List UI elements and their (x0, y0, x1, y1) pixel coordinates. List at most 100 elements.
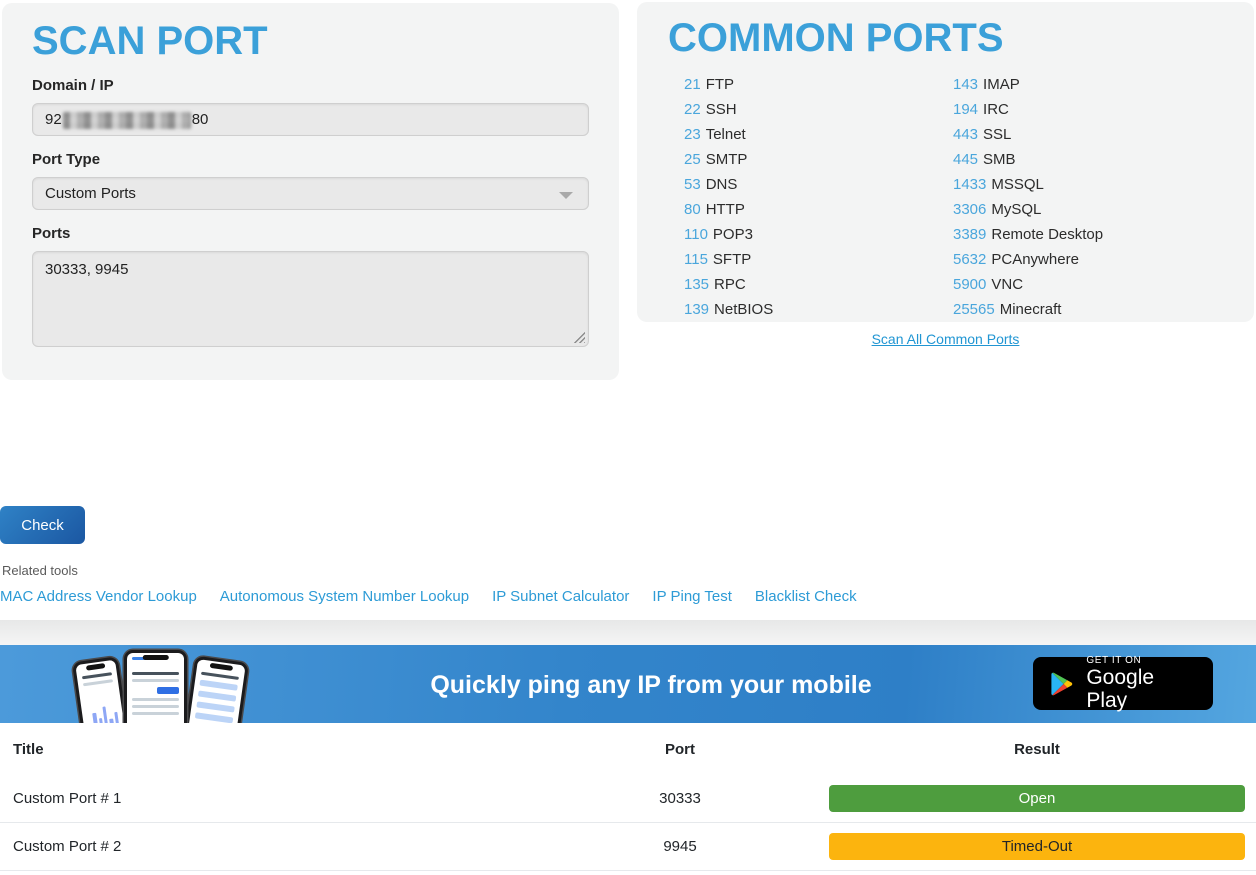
phone-mockup-center (124, 650, 187, 723)
port-item: 139NetBIOS (684, 301, 953, 318)
result-port-cell: 30333 (600, 790, 760, 807)
port-item: 21 FTP (684, 76, 953, 93)
port-number: 22 (684, 101, 701, 118)
ports-value: 30333, 9945 (45, 261, 128, 278)
port-item: 23 Telnet (684, 126, 953, 143)
scan-port-title: SCAN PORT (32, 20, 619, 62)
common-ports-title: COMMON PORTS (668, 17, 1254, 59)
port-number: 194 (953, 101, 978, 118)
port-name: PCAnywhere (991, 251, 1079, 268)
port-item: 443 SSL (953, 126, 1254, 143)
port-item: 3389 Remote Desktop (953, 226, 1254, 243)
port-number: 3389 (953, 226, 986, 243)
port-name: HTTP (706, 201, 745, 218)
scan-results-table: Title Port Result Custom Port # 1 30333 … (0, 723, 1256, 871)
port-number: 143 (953, 76, 978, 93)
port-item: 445 SMB (953, 151, 1254, 168)
port-name: Minecraft (1000, 301, 1062, 318)
port-number: 23 (684, 126, 701, 143)
resize-handle-icon[interactable] (573, 331, 585, 343)
header-title: Title (0, 741, 600, 758)
check-button[interactable]: Check (0, 506, 85, 544)
port-item: 5632 PCAnywhere (953, 251, 1254, 268)
google-play-badge-text: GET IT ON Google Play (1086, 655, 1198, 712)
google-play-label: Google Play (1086, 666, 1198, 712)
related-tool-link[interactable]: IP Subnet Calculator (492, 588, 629, 605)
port-type-select[interactable]: Custom Ports (32, 177, 589, 210)
port-item: 3306 MySQL (953, 201, 1254, 218)
port-name: IMAP (983, 76, 1020, 93)
port-number: 135 (684, 276, 709, 293)
port-name: SSL (983, 126, 1011, 143)
port-name: FTP (706, 76, 734, 93)
port-item: 5900VNC (953, 276, 1254, 293)
result-title-cell: Custom Port # 1 (0, 790, 600, 807)
port-type-label: Port Type (32, 151, 619, 168)
port-item: 25 SMTP (684, 151, 953, 168)
domain-ip-input[interactable]: 9280 (32, 103, 589, 136)
scan-all-common-ports-link[interactable]: Scan All Common Ports (637, 331, 1254, 347)
port-number: 25565 (953, 301, 995, 318)
result-port-cell: 9945 (600, 838, 760, 855)
scan-port-panel: SCAN PORT Domain / IP 9280 Port Type Cus… (2, 3, 619, 380)
related-tools-label: Related tools (2, 563, 78, 578)
port-name: RPC (714, 276, 746, 293)
port-number: 25 (684, 151, 701, 168)
port-item: 1433 MSSQL (953, 176, 1254, 193)
port-item: 80 HTTP (684, 201, 953, 218)
port-number: 5632 (953, 251, 986, 268)
result-title-cell: Custom Port # 2 (0, 838, 600, 855)
port-number: 1433 (953, 176, 986, 193)
ports-textarea[interactable]: 30333, 9945 (32, 251, 589, 347)
port-item: 143 IMAP (953, 76, 1254, 93)
port-name: SMTP (706, 151, 748, 168)
related-tools-links: MAC Address Vendor Lookup Autonomous Sys… (0, 588, 857, 605)
related-tool-link[interactable]: Autonomous System Number Lookup (220, 588, 469, 605)
port-name: MySQL (991, 201, 1041, 218)
port-number: 53 (684, 176, 701, 193)
port-item: 53 DNS (684, 176, 953, 193)
port-name: SMB (983, 151, 1016, 168)
get-it-on-label: GET IT ON (1086, 655, 1198, 666)
port-number: 110 (684, 226, 708, 243)
table-row: Custom Port # 1 30333 Open (0, 775, 1256, 823)
port-item: 110 POP3 (684, 226, 953, 243)
scan-port-page: SCAN PORT Domain / IP 9280 Port Type Cus… (0, 0, 1256, 875)
google-play-badge[interactable]: GET IT ON Google Play (1033, 657, 1213, 710)
common-ports-panel: COMMON PORTS 21 FTP 22 SSH 23 Telnet 25 SMTP… (637, 2, 1254, 322)
divider-band (0, 620, 1256, 645)
port-name: DNS (706, 176, 738, 193)
port-name: IRC (983, 101, 1009, 118)
port-number: 80 (684, 201, 701, 218)
port-number: 21 (684, 76, 701, 93)
status-badge: Open (829, 785, 1245, 812)
port-name: SFTP (713, 251, 751, 268)
port-item: 135 RPC (684, 276, 953, 293)
ports-label: Ports (32, 225, 619, 242)
port-name: POP3 (713, 226, 753, 243)
port-name: MSSQL (991, 176, 1044, 193)
port-item: 194 IRC (953, 101, 1254, 118)
chevron-down-icon (559, 192, 573, 199)
domain-ip-value-suffix: 80 (192, 111, 209, 128)
redacted-ip-segment (63, 112, 191, 129)
port-item: 115 SFTP (684, 251, 953, 268)
port-number: 443 (953, 126, 978, 143)
result-cell: Open (829, 785, 1245, 812)
mobile-app-banner: Quickly ping any IP from your mobile GET… (0, 645, 1256, 723)
related-tool-link[interactable]: MAC Address Vendor Lookup (0, 588, 197, 605)
port-name: NetBIOS (714, 301, 773, 318)
port-name: Telnet (706, 126, 746, 143)
port-number: 3306 (953, 201, 986, 218)
table-row: Custom Port # 2 9945 Timed-Out (0, 823, 1256, 871)
related-tool-link[interactable]: IP Ping Test (652, 588, 732, 605)
related-tool-link[interactable]: Blacklist Check (755, 588, 857, 605)
port-number: 445 (953, 151, 978, 168)
port-name: Remote Desktop (991, 226, 1103, 243)
port-number: 115 (684, 251, 708, 268)
header-port: Port (600, 741, 760, 758)
port-number: 5900 (953, 276, 986, 293)
port-type-selected-value: Custom Ports (45, 185, 136, 202)
domain-ip-label: Domain / IP (32, 77, 619, 94)
port-name: SSH (706, 101, 737, 118)
